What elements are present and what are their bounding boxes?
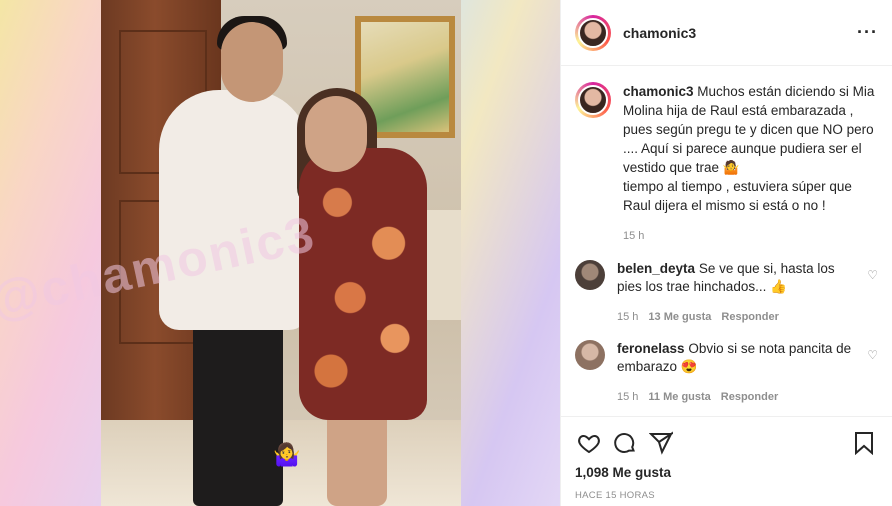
like-heart-icon[interactable] xyxy=(575,429,603,457)
caption-meta: 15 h xyxy=(623,227,878,246)
comment-icon[interactable] xyxy=(611,429,639,457)
action-icons-row xyxy=(575,427,878,459)
caption-body: chamonic3 Muchos están diciendo si Mia M… xyxy=(623,82,878,246)
comment-item: belen_deyta Se ve que si, hasta los pies… xyxy=(575,260,878,326)
woman-dress xyxy=(299,148,427,420)
reply-button[interactable]: Responder xyxy=(721,308,778,326)
comment-username[interactable]: feronelass xyxy=(617,341,685,356)
comment-meta: 15 h 11 Me gusta Responder xyxy=(617,388,859,406)
caption-username[interactable]: chamonic3 xyxy=(623,84,694,99)
comment-meta: 15 h 13 Me gusta Responder xyxy=(617,308,859,326)
comment-time[interactable]: 15 h xyxy=(617,308,638,326)
caption-text-2: tiempo al tiempo , estuviera súper que R… xyxy=(623,179,852,213)
post-actions: 1,098 Me gusta HACE 15 HORAS xyxy=(561,416,892,506)
caption-time[interactable]: 15 h xyxy=(623,227,644,246)
avatar-image xyxy=(578,17,608,48)
post-timestamp[interactable]: HACE 15 HORAS xyxy=(575,490,878,501)
comment-username[interactable]: belen_deyta xyxy=(617,261,695,276)
comments-list[interactable]: chamonic3 Muchos están diciendo si Mia M… xyxy=(561,66,892,416)
person-emoji-sticker: 🤷‍♀️ xyxy=(273,442,301,467)
comment-time[interactable]: 15 h xyxy=(617,388,638,406)
reply-button[interactable]: Responder xyxy=(721,388,778,406)
commenter-avatar[interactable] xyxy=(575,340,605,370)
comment-item: feronelass Obvio si se nota pancita de e… xyxy=(575,340,878,406)
share-send-icon[interactable] xyxy=(647,429,675,457)
woman-head xyxy=(305,96,367,172)
comment-heart-icon[interactable]: ♡ xyxy=(867,268,878,326)
author-avatar[interactable] xyxy=(575,14,611,51)
comment-body: feronelass Obvio si se nota pancita de e… xyxy=(617,340,859,406)
instagram-post: 🤷‍♀️ @chamonic3 chamonic3 ··· chamonic3 … xyxy=(0,0,892,506)
comment-likes[interactable]: 13 Me gusta xyxy=(648,308,711,326)
comment-heart-icon[interactable]: ♡ xyxy=(867,348,878,406)
likes-count[interactable]: 1,098 Me gusta xyxy=(575,465,878,480)
woman-legs xyxy=(327,410,387,506)
more-horizontal-icon[interactable]: ··· xyxy=(857,22,878,43)
caption-avatar[interactable] xyxy=(575,82,611,118)
commenter-avatar[interactable] xyxy=(575,260,605,290)
post-media[interactable]: 🤷‍♀️ @chamonic3 xyxy=(0,0,560,506)
author-username[interactable]: chamonic3 xyxy=(623,25,857,41)
bookmark-icon[interactable] xyxy=(850,429,878,457)
post-side-panel: chamonic3 ··· chamonic3 Muchos están dic… xyxy=(560,0,892,506)
post-header: chamonic3 ··· xyxy=(561,0,892,66)
man-head xyxy=(221,22,283,102)
avatar-image xyxy=(578,85,608,115)
comment-likes[interactable]: 11 Me gusta xyxy=(648,388,710,406)
caption-comment: chamonic3 Muchos están diciendo si Mia M… xyxy=(575,82,878,246)
man-pants xyxy=(193,300,283,506)
comment-body: belen_deyta Se ve que si, hasta los pies… xyxy=(617,260,859,326)
